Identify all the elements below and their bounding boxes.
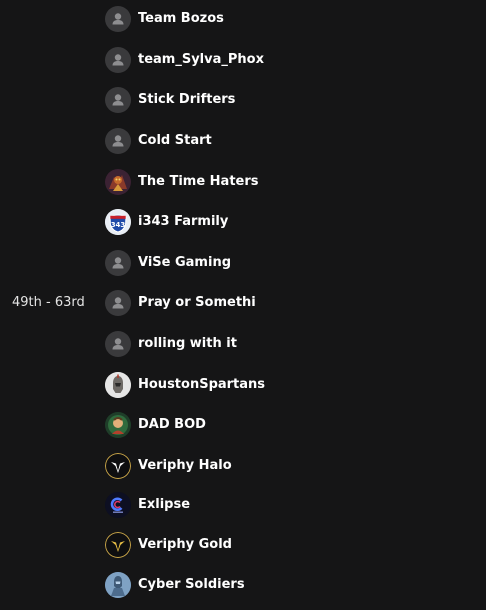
veriphy-gold-logo-icon: [105, 532, 131, 558]
team-name: Cyber Soldiers: [138, 577, 245, 592]
team-name: i343 Farmily: [138, 214, 229, 229]
team-name: team_Sylva_Phox: [138, 52, 264, 67]
default-user-icon: [105, 6, 131, 32]
team-name: Veriphy Gold: [138, 537, 232, 552]
default-user-icon: [105, 290, 131, 316]
team-row[interactable]: ViSe Gaming: [105, 250, 231, 276]
team-name: The Time Haters: [138, 174, 259, 189]
highway-343-shield-icon: 343: [105, 209, 131, 235]
team-name: DAD BOD: [138, 417, 206, 432]
team-name: ViSe Gaming: [138, 255, 231, 270]
team-row[interactable]: Cold Start: [105, 128, 212, 154]
team-row[interactable]: Veriphy Halo: [105, 453, 232, 479]
time-haters-logo-icon: [105, 169, 131, 195]
team-row[interactable]: The Time Haters: [105, 169, 259, 195]
default-user-icon: [105, 87, 131, 113]
team-name: HoustonSpartans: [138, 377, 266, 392]
team-name: rolling with it: [138, 336, 237, 351]
team-row[interactable]: 343 i343 Farmily: [105, 209, 228, 235]
team-name: Exlipse: [138, 497, 191, 512]
team-row[interactable]: team_Sylva_Phox: [105, 47, 264, 73]
team-row[interactable]: HoustonSpartans: [105, 372, 265, 398]
team-name: Team Bozos: [138, 11, 224, 26]
team-name: Stick Drifters: [138, 92, 236, 107]
default-user-icon: [105, 331, 131, 357]
exlipse-logo-icon: [105, 492, 131, 518]
svg-text:343: 343: [111, 221, 126, 229]
dad-bod-logo-icon: [105, 412, 131, 438]
team-name: Cold Start: [138, 133, 212, 148]
spartan-helmet-icon: [105, 372, 131, 398]
team-row[interactable]: Team Bozos: [105, 6, 224, 32]
team-row[interactable]: Exlipse: [105, 492, 190, 518]
team-row[interactable]: rolling with it: [105, 331, 237, 357]
placement-range: 49th - 63rd: [12, 295, 85, 310]
team-row[interactable]: Stick Drifters: [105, 87, 235, 113]
veriphy-logo-icon: [105, 453, 131, 479]
team-name: Pray or Somethi: [138, 295, 256, 310]
team-row[interactable]: Veriphy Gold: [105, 532, 232, 558]
default-user-icon: [105, 47, 131, 73]
default-user-icon: [105, 250, 131, 276]
team-row[interactable]: Cyber Soldiers: [105, 572, 245, 598]
team-row[interactable]: Pray or Somethi: [105, 290, 256, 316]
team-name: Veriphy Halo: [138, 458, 232, 473]
team-row[interactable]: DAD BOD: [105, 412, 206, 438]
cyber-soldiers-logo-icon: [105, 572, 131, 598]
team-list: Team Bozos team_Sylva_Phox Stick Drifter…: [105, 0, 465, 610]
default-user-icon: [105, 128, 131, 154]
